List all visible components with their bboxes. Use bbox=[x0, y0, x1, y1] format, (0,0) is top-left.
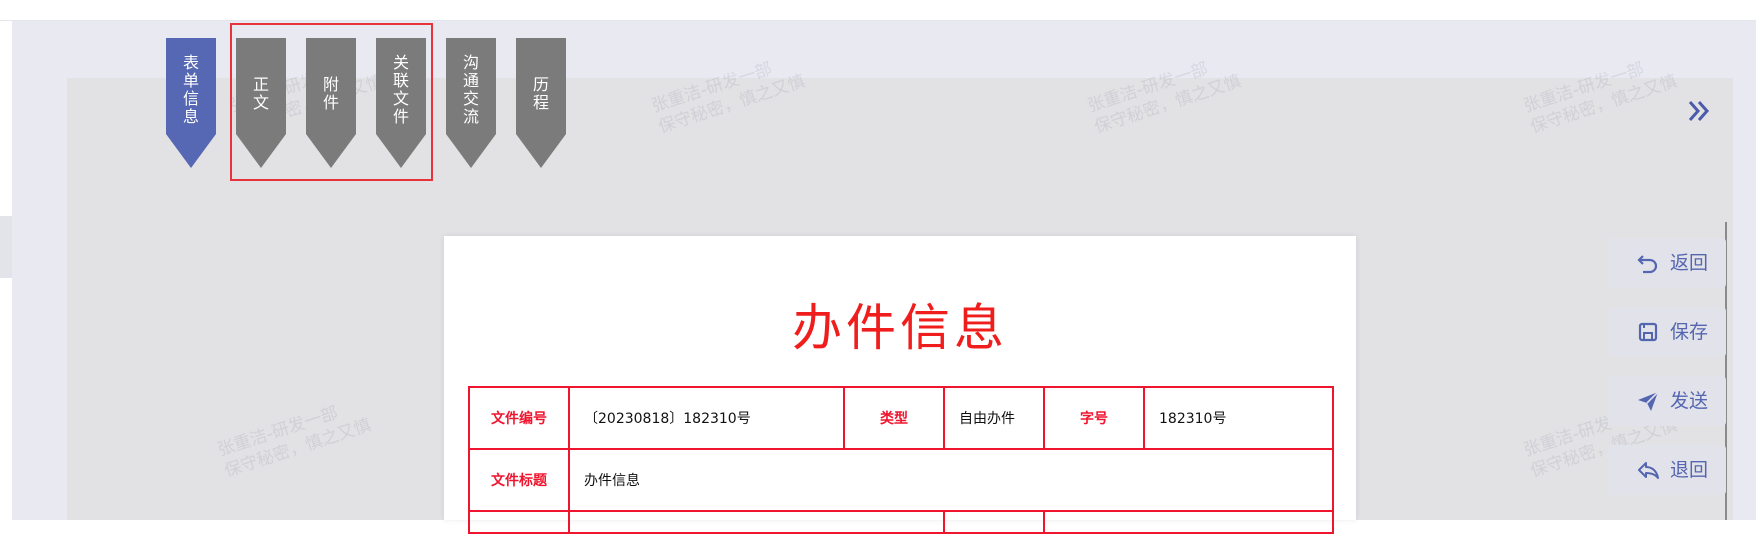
save-icon bbox=[1638, 322, 1658, 342]
table-cell bbox=[1043, 510, 1334, 534]
info-table: 文件编号 〔20230818〕182310号 类型 自由办件 字号 182310… bbox=[468, 386, 1334, 534]
tab-form-info[interactable]: 表 单 信 息 bbox=[166, 38, 216, 168]
file-title-value: 办件信息 bbox=[568, 448, 1334, 512]
table-cell bbox=[468, 510, 570, 534]
tab-history[interactable]: 历 程 bbox=[516, 38, 566, 168]
send-button[interactable]: 发送 bbox=[1608, 376, 1726, 426]
table-cell bbox=[943, 510, 1045, 534]
table-row: 文件标题 办件信息 bbox=[468, 448, 1334, 512]
send-icon bbox=[1638, 391, 1659, 411]
return-button[interactable]: 返回 bbox=[1608, 238, 1726, 288]
tab-label: 沟 通 交 流 bbox=[462, 53, 479, 126]
word-no-value: 182310号 bbox=[1143, 386, 1334, 450]
top-bar bbox=[0, 0, 1756, 21]
type-value: 自由办件 bbox=[943, 386, 1045, 450]
undo-icon bbox=[1637, 255, 1658, 274]
table-row: 文件编号 〔20230818〕182310号 类型 自由办件 字号 182310… bbox=[468, 386, 1334, 450]
send-back-label: 退回 bbox=[1670, 459, 1709, 481]
save-button[interactable]: 保存 bbox=[1608, 307, 1726, 357]
table-cell bbox=[568, 510, 945, 534]
save-label: 保存 bbox=[1670, 321, 1709, 343]
file-no-value: 〔20230818〕182310号 bbox=[568, 386, 845, 450]
send-back-button[interactable]: 退回 bbox=[1608, 445, 1726, 495]
tab-communication[interactable]: 沟 通 交 流 bbox=[446, 38, 496, 168]
selection-highlight bbox=[230, 23, 433, 181]
tab-label: 历 程 bbox=[532, 75, 549, 112]
return-label: 返回 bbox=[1670, 252, 1709, 274]
file-title-label: 文件标题 bbox=[468, 448, 570, 512]
word-no-label: 字号 bbox=[1043, 386, 1145, 450]
document-title: 办件信息 bbox=[792, 299, 1008, 357]
document-sheet: 办件信息 文件编号 〔20230818〕182310号 类型 自由办件 字号 1… bbox=[444, 236, 1356, 534]
table-row bbox=[468, 510, 1334, 534]
double-chevron-right-icon-svg bbox=[1688, 101, 1710, 121]
left-edge-handle bbox=[0, 216, 12, 278]
double-chevron-right-icon[interactable] bbox=[1686, 96, 1712, 130]
file-no-label: 文件编号 bbox=[468, 386, 570, 450]
send-label: 发送 bbox=[1670, 390, 1709, 412]
tab-label: 表 单 信 息 bbox=[182, 53, 199, 126]
type-label: 类型 bbox=[843, 386, 945, 450]
reply-icon bbox=[1638, 462, 1659, 479]
